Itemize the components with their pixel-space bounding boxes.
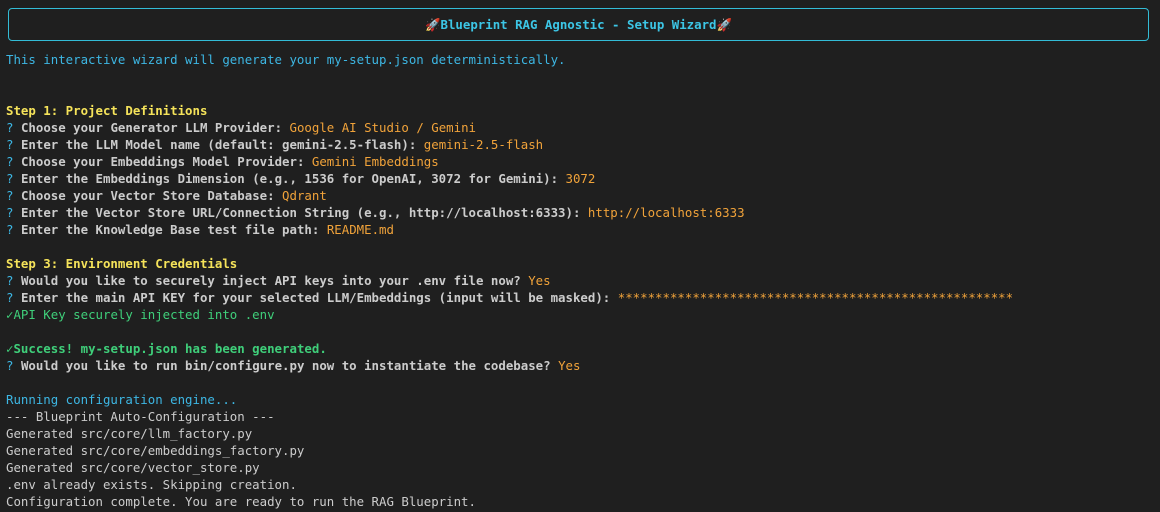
prompt-run-configure: ? Would you like to run bin/configure.py… (6, 358, 581, 373)
prompt-vector-store-url: ? Enter the Vector Store URL/Connection … (6, 205, 745, 220)
rocket-icon: 🚀 (425, 16, 441, 32)
success-message: ✓Success! my-setup.json has been generat… (6, 341, 327, 356)
answer: 3072 (565, 171, 596, 186)
question-mark-icon: ? (6, 188, 14, 203)
prompt-inject-api-keys: ? Would you like to securely inject API … (6, 273, 551, 288)
rocket-icon: 🚀 (716, 16, 732, 32)
question-mark-icon: ? (6, 137, 14, 152)
api-key-confirmation: ✓API Key securely injected into .env (6, 307, 275, 322)
answer: Qdrant (282, 188, 327, 203)
engine-output-line: Generated src/core/embeddings_factory.py (6, 443, 305, 458)
engine-output-line: Configuration complete. You are ready to… (6, 494, 476, 509)
intro-text: This interactive wizard will generate yo… (6, 52, 566, 67)
question-mark-icon: ? (6, 154, 14, 169)
wizard-banner: 🚀 Blueprint RAG Agnostic - Setup Wizard … (8, 8, 1149, 41)
question-mark-icon: ? (6, 358, 14, 373)
answer: README.md (326, 222, 394, 237)
step1-heading: Step 1: Project Definitions (6, 103, 208, 118)
answer: Google AI Studio / Gemini (289, 120, 477, 135)
answer: Yes (528, 273, 551, 288)
question-mark-icon: ? (6, 222, 14, 237)
engine-output-line: --- Blueprint Auto-Configuration --- (6, 409, 275, 424)
step3-heading: Step 3: Environment Credentials (6, 256, 238, 271)
question-mark-icon: ? (6, 273, 14, 288)
answer: gemini-2.5-flash (423, 137, 544, 152)
prompt-llm-provider: ? Choose your Generator LLM Provider: Go… (6, 120, 477, 135)
engine-output-line: Generated src/core/llm_factory.py (6, 426, 253, 441)
question-mark-icon: ? (6, 290, 14, 305)
prompt-kb-file-path: ? Enter the Knowledge Base test file pat… (6, 222, 394, 237)
prompt-vector-store: ? Choose your Vector Store Database: Qdr… (6, 188, 327, 203)
prompt-api-key: ? Enter the main API KEY for your select… (6, 290, 1014, 305)
terminal-window[interactable]: 🚀 Blueprint RAG Agnostic - Setup Wizard … (0, 0, 1160, 512)
prompt-embeddings-dimension: ? Enter the Embeddings Dimension (e.g., … (6, 171, 596, 186)
answer: http://localhost:6333 (587, 205, 745, 220)
engine-output-line: .env already exists. Skipping creation. (6, 477, 297, 492)
masked-api-key: ****************************************… (617, 290, 1014, 305)
engine-running-text: Running configuration engine... (6, 392, 238, 407)
question-mark-icon: ? (6, 205, 14, 220)
question-mark-icon: ? (6, 120, 14, 135)
answer: Yes (558, 358, 581, 373)
engine-output-line: Generated src/core/vector_store.py (6, 460, 260, 475)
prompt-llm-model: ? Enter the LLM Model name (default: gem… (6, 137, 544, 152)
banner-title: Blueprint RAG Agnostic - Setup Wizard (440, 17, 717, 32)
prompt-embeddings-provider: ? Choose your Embeddings Model Provider:… (6, 154, 439, 169)
answer: Gemini Embeddings (311, 154, 439, 169)
question-mark-icon: ? (6, 171, 14, 186)
